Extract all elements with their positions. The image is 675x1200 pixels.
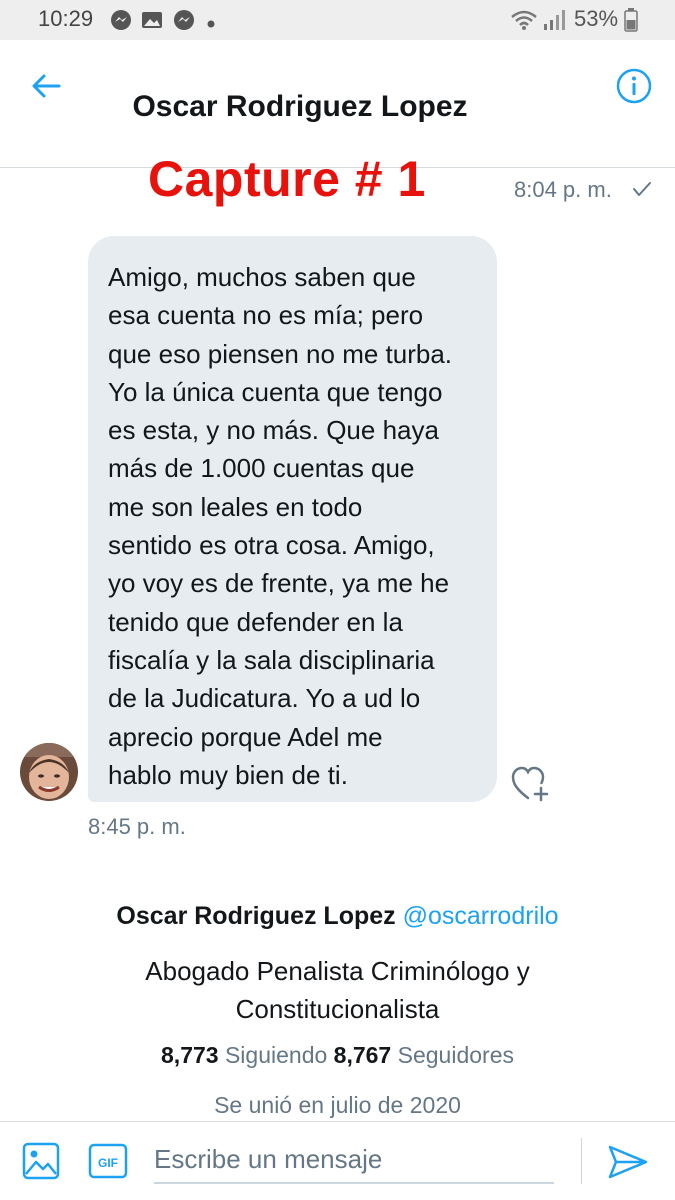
gallery-icon bbox=[141, 9, 163, 36]
gif-icon: GIF bbox=[88, 1143, 128, 1184]
message-line: me son leales en todo bbox=[108, 491, 363, 522]
messenger-icon bbox=[110, 9, 132, 36]
message-composer: GIF bbox=[0, 1121, 675, 1200]
following-label[interactable]: Siguiendo bbox=[225, 1042, 327, 1068]
following-count: 8,773 bbox=[161, 1042, 219, 1068]
avatar[interactable] bbox=[20, 743, 78, 801]
battery-percent: 53% bbox=[574, 6, 619, 31]
dot-icon bbox=[207, 15, 215, 33]
gif-label: GIF bbox=[98, 1156, 118, 1170]
composer-divider bbox=[581, 1138, 582, 1184]
capture-annotation: Capture # 1 bbox=[148, 151, 426, 207]
wifi-icon bbox=[510, 9, 538, 36]
messenger-icon bbox=[173, 9, 195, 36]
profile-bio-line: Constitucionalista bbox=[235, 994, 440, 1024]
profile-bio: Abogado Penalista Criminólogo y Constitu… bbox=[100, 952, 575, 1028]
add-gif-button[interactable]: GIF bbox=[88, 1142, 128, 1180]
message-line: fiscalía y la sala disciplinaria bbox=[108, 644, 435, 675]
message-line: Yo la única cuenta que tengo bbox=[108, 376, 443, 407]
info-button[interactable] bbox=[612, 66, 656, 110]
message-line: de la Judicatura. Yo a ud lo bbox=[108, 683, 421, 714]
profile-stats: 8,773 Siguiendo 8,767 Seguidores bbox=[0, 1042, 675, 1069]
message-line: hablo muy bien de ti. bbox=[108, 759, 348, 790]
message-line: más de 1.000 cuentas que bbox=[108, 453, 415, 484]
profile-bio-line: Abogado Penalista Criminólogo y bbox=[145, 956, 530, 986]
message-line: aprecio porque Adel me bbox=[108, 721, 383, 752]
sent-timestamp: 8:04 p. m. bbox=[514, 177, 612, 202]
message-bubble[interactable]: Amigo, muchos saben que esa cuenta no es… bbox=[88, 236, 497, 802]
profile-name-line[interactable]: Oscar Rodriguez Lopez @oscarrodrilo bbox=[0, 902, 675, 931]
profile-name[interactable]: Oscar Rodriguez Lopez bbox=[116, 902, 395, 930]
message-line: tenido que defender en la bbox=[108, 606, 403, 637]
check-icon bbox=[632, 180, 652, 203]
signal-icon bbox=[543, 9, 565, 36]
add-photo-button[interactable] bbox=[22, 1142, 60, 1180]
status-bar: 10:29 53% bbox=[0, 0, 675, 40]
conversation-title: Oscar Rodriguez Lopez bbox=[132, 90, 468, 123]
received-timestamp: 8:45 p. m. bbox=[88, 814, 186, 839]
message-input[interactable] bbox=[154, 1136, 554, 1184]
react-button[interactable] bbox=[510, 764, 554, 804]
battery-icon bbox=[624, 8, 638, 37]
followers-count: 8,767 bbox=[333, 1042, 392, 1068]
followers-label[interactable]: Seguidores bbox=[398, 1042, 514, 1068]
status-time: 10:29 bbox=[38, 6, 94, 31]
message-line: yo voy es de frente, ya me he bbox=[108, 568, 450, 599]
send-button[interactable] bbox=[606, 1144, 650, 1180]
send-icon bbox=[606, 1145, 650, 1184]
image-icon bbox=[22, 1142, 60, 1184]
message-line: que eso piensen no me turba. bbox=[108, 338, 453, 369]
conversation-header: Oscar Rodriguez Lopez bbox=[0, 40, 675, 168]
joined-date: Se unió en julio de 2020 bbox=[214, 1092, 461, 1118]
heart-plus-icon bbox=[510, 766, 554, 808]
message-line: es esta, y no más. Que haya bbox=[108, 415, 439, 446]
message-line: sentido es otra cosa. Amigo, bbox=[108, 530, 435, 561]
profile-handle[interactable]: @oscarrodrilo bbox=[403, 902, 559, 930]
message-line: esa cuenta no es mía; pero bbox=[108, 300, 424, 331]
message-line: Amigo, muchos saben que bbox=[108, 262, 416, 292]
info-icon bbox=[616, 68, 652, 109]
